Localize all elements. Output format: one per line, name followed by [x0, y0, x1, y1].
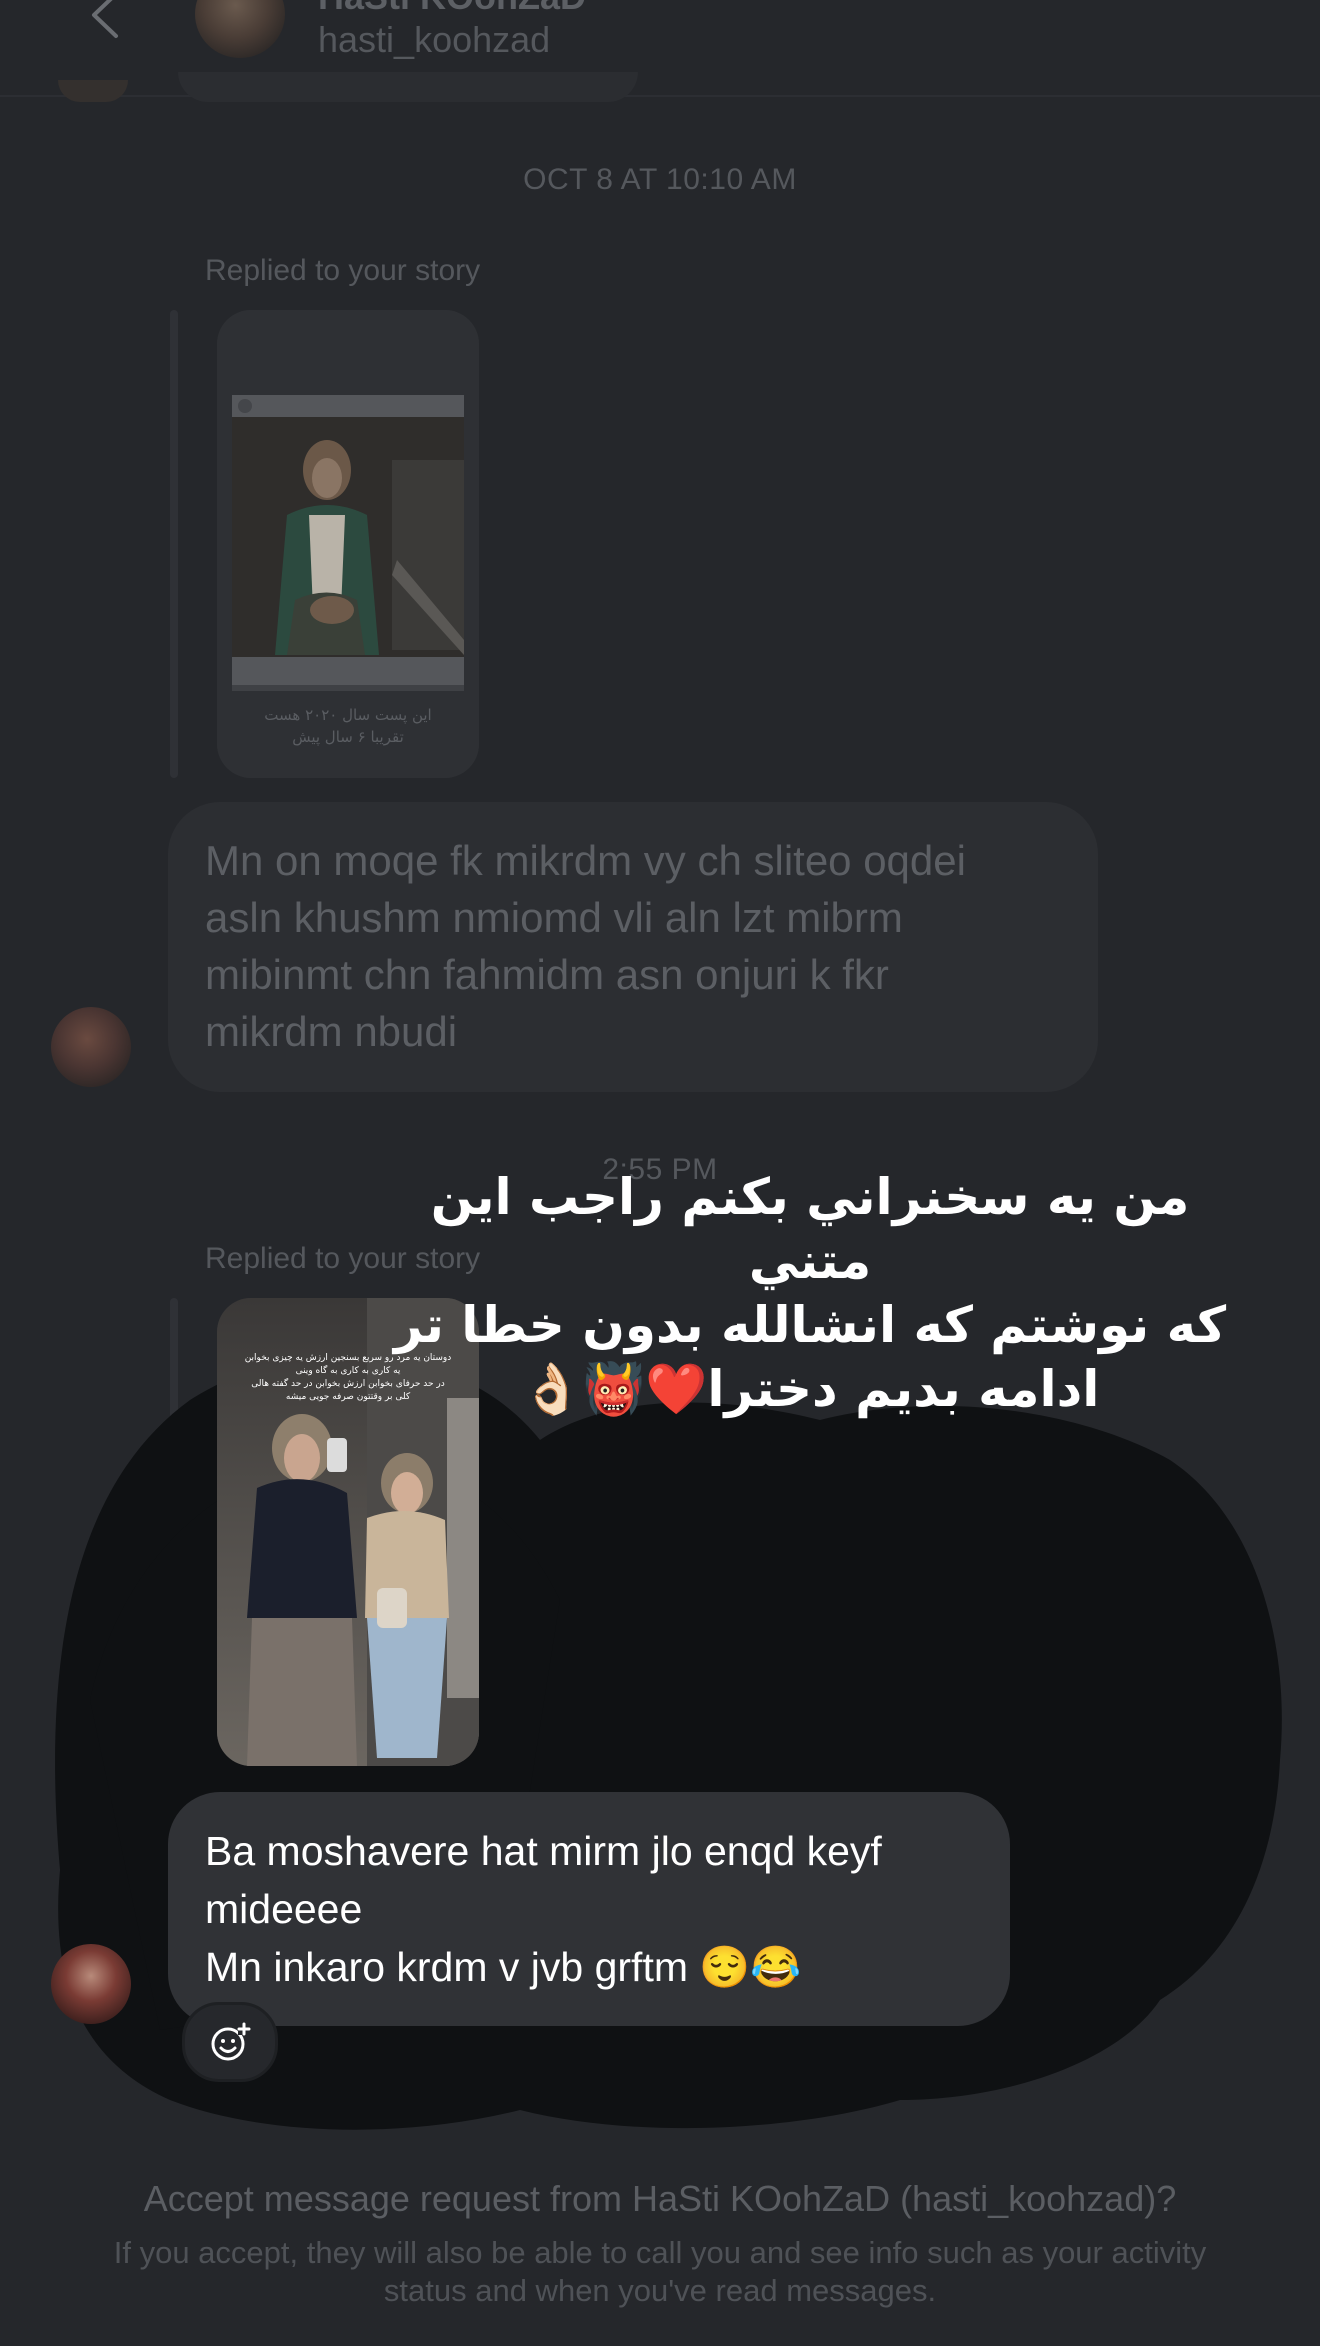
add-reaction-button[interactable] — [182, 2002, 278, 2082]
sender-avatar[interactable] — [51, 1944, 131, 2024]
message-request-subtitle: If you accept, they will also be able to… — [113, 2235, 1207, 2308]
message-request-title: Accept message request from HaSti KOohZa… — [143, 2178, 1177, 2219]
story-overlay-caption: من یه سخنراني بكنم راجب اين متني كه نوشت… — [393, 1168, 1227, 1418]
message-text: Ba moshavere hat mirm jlo enqd keyf mide… — [205, 1828, 882, 1990]
add-reaction-icon — [211, 2022, 251, 2061]
